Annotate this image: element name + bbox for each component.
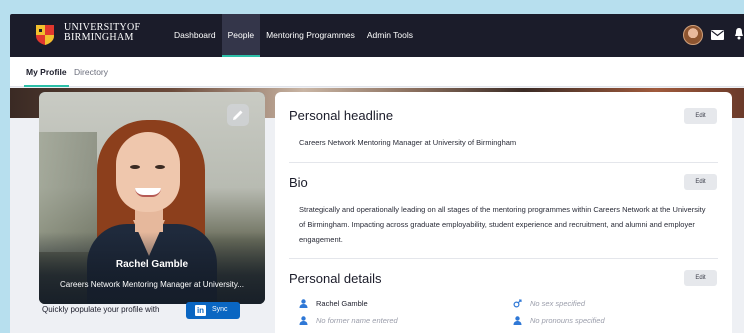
detail-name: Rachel Gamble	[299, 299, 368, 308]
person-icon	[513, 316, 522, 325]
university-crest-icon[interactable]	[34, 24, 56, 46]
pencil-icon	[233, 110, 243, 120]
tab-my-profile[interactable]: My Profile	[24, 57, 69, 87]
profile-name: Rachel Gamble	[115, 259, 189, 270]
section-divider	[289, 162, 718, 163]
nav-mentoring-programmes[interactable]: Mentoring Programmes	[260, 14, 361, 57]
photo-face	[116, 132, 180, 212]
personal-details-title: Personal details	[289, 271, 382, 286]
profile-details-panel: Personal headline Edit Careers Network M…	[275, 92, 732, 333]
mail-icon[interactable]	[711, 30, 724, 40]
app-window: UNIVERSITYOF BIRMINGHAM Dashboard People…	[10, 14, 744, 333]
detail-former-name: No former name entered	[299, 316, 398, 325]
linkedin-sync-button[interactable]: in Sync	[186, 302, 240, 319]
detail-pronouns: No pronouns specified	[513, 316, 605, 325]
detail-sex: No sex specified	[513, 299, 585, 308]
edit-photo-button[interactable]	[227, 104, 249, 126]
nav-admin-tools[interactable]: Admin Tools	[361, 14, 419, 57]
person-icon	[299, 299, 308, 308]
logo-line-2: BIRMINGHAM	[64, 32, 134, 43]
nav-dashboard[interactable]: Dashboard	[168, 14, 222, 57]
detail-pronouns-value: No pronouns specified	[530, 316, 605, 325]
profile-subnav: My Profile Directory	[10, 57, 744, 87]
photo-eye-left	[130, 165, 140, 169]
top-navigation-bar: UNIVERSITYOF BIRMINGHAM Dashboard People…	[10, 14, 744, 57]
headline-title: Personal headline	[289, 108, 394, 123]
bio-text: Strategically and operationally leading …	[299, 205, 706, 244]
linkedin-icon: in	[195, 305, 206, 316]
university-logo-text[interactable]: UNIVERSITYOF BIRMINGHAM	[64, 23, 140, 43]
gender-icon	[513, 299, 522, 308]
person-icon	[299, 316, 308, 325]
main-nav: Dashboard People Mentoring Programmes Ad…	[168, 14, 419, 57]
linkedin-prompt: Quickly populate your profile with	[42, 305, 160, 314]
notifications-icon[interactable]	[734, 28, 744, 40]
user-avatar[interactable]	[683, 25, 703, 45]
profile-card: Rachel Gamble Careers Network Mentoring …	[39, 92, 265, 304]
edit-bio-button[interactable]: Edit	[684, 174, 717, 190]
edit-headline-button[interactable]: Edit	[684, 108, 717, 124]
tab-directory[interactable]: Directory	[74, 57, 108, 87]
edit-personal-details-button[interactable]: Edit	[684, 270, 717, 286]
profile-role: Careers Network Mentoring Manager at Uni…	[60, 280, 244, 289]
sync-label: Sync	[212, 306, 228, 313]
bio-title: Bio	[289, 175, 308, 190]
headline-text: Careers Network Mentoring Manager at Uni…	[299, 138, 517, 147]
nav-people[interactable]: People	[221, 14, 261, 57]
detail-sex-value: No sex specified	[530, 299, 586, 308]
detail-name-value: Rachel Gamble	[316, 299, 368, 308]
detail-former-name-value: No former name entered	[316, 316, 398, 325]
section-divider	[289, 258, 718, 259]
photo-eye-right	[155, 165, 165, 169]
